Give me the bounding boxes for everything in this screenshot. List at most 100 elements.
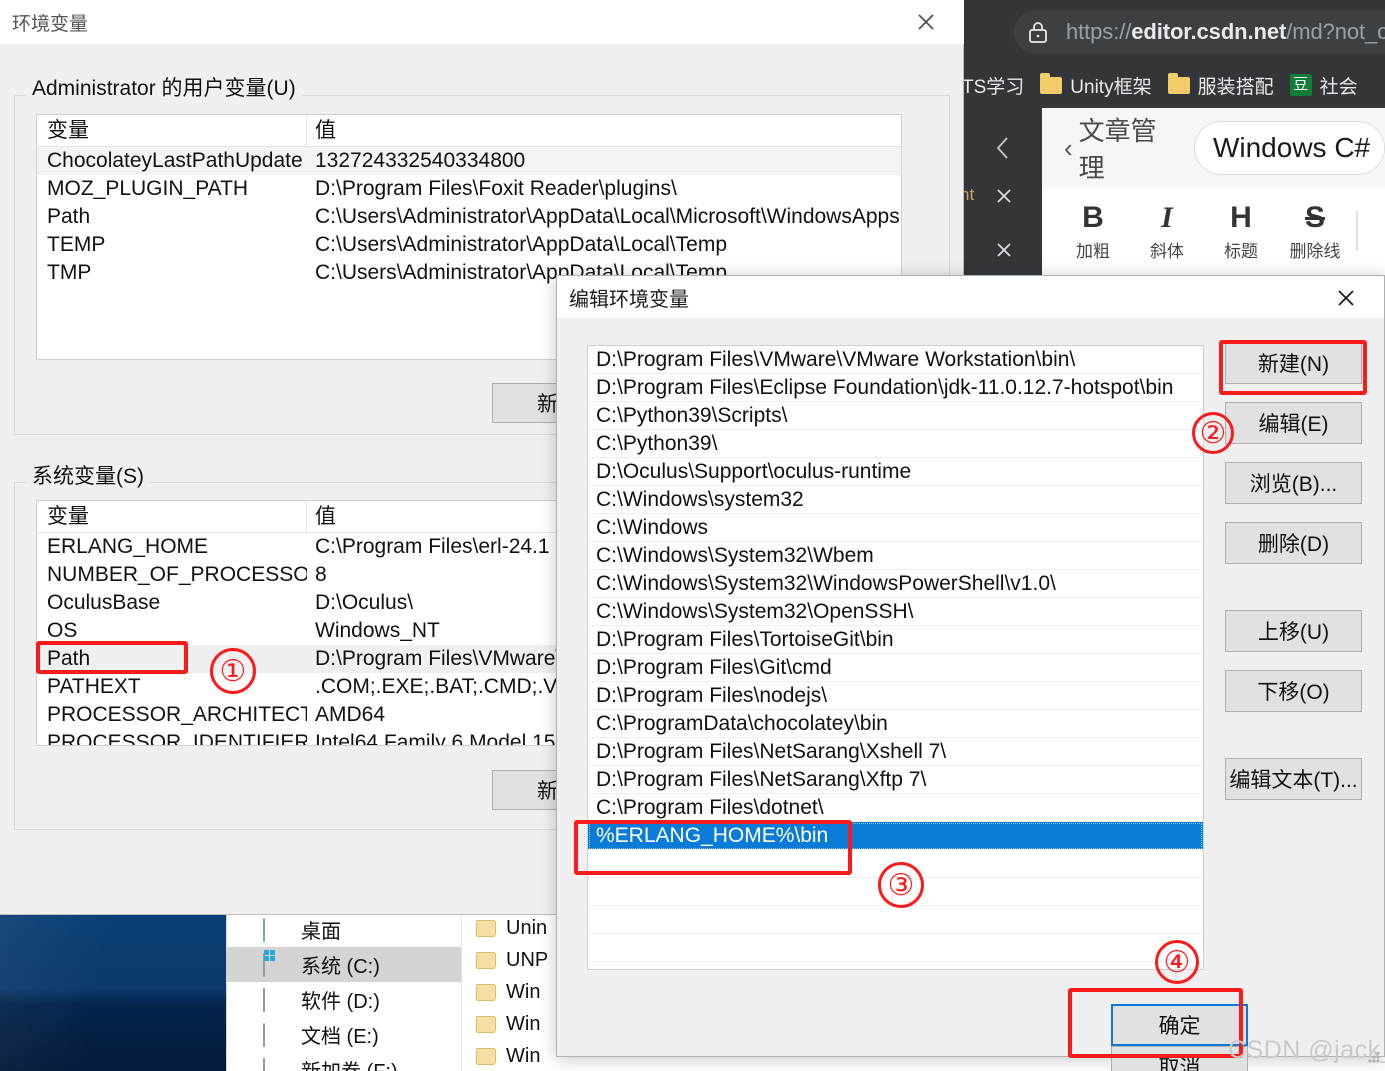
table-row[interactable]: MOZ_PLUGIN_PATH D:\Program Files\Foxit R… [37,175,901,203]
folder-icon [476,951,496,969]
nav-item-desktop[interactable]: 桌面 [227,912,461,947]
toolbar-heading-button[interactable]: H 标题 [1204,201,1278,262]
cell-name: Path [47,205,91,228]
move-down-button[interactable]: 下移(O) [1225,670,1362,712]
list-item[interactable]: D:\Program Files\NetSarang\Xshell 7\ [588,738,1203,766]
list-item[interactable]: C:\Python39\Scripts\ [588,402,1203,430]
folder-icon [476,983,496,1001]
list-item[interactable]: C:\Program Files\dotnet\ [588,794,1203,822]
annotation-marker-1: ① [210,648,256,694]
table-row[interactable]: Path C:\Users\Administrator\AppData\Loca… [37,203,901,231]
toolbar-italic-button[interactable]: I 斜体 [1130,201,1204,262]
annotation-marker-3: ③ [878,862,924,908]
bookmark-label: TS学习 [962,76,1025,98]
close-icon[interactable] [898,0,954,44]
list-item-empty[interactable] [588,962,1203,969]
file-explorer-window: 桌面 系统 (C:) 软件 (D:) 文档 (E:) 新加卷 (F:) Unin… [226,912,567,1071]
resize-grip-icon[interactable] [1368,1052,1380,1064]
list-item[interactable]: D:\Program Files\Eclipse Foundation\jdk-… [588,374,1203,402]
wallpaper-image [0,912,226,1071]
list-item[interactable]: C:\Windows\System32\WindowsPowerShell\v1… [588,570,1203,598]
list-item[interactable]: D:\Program Files\VMware\VMware Workstati… [588,346,1203,374]
list-item[interactable]: C:\Windows\System32\OpenSSH\ [588,598,1203,626]
list-item[interactable]: C:\ProgramData\chocolatey\bin [588,710,1203,738]
list-item[interactable]: UNP [462,944,567,976]
list-item[interactable]: Unin [462,912,567,944]
cell-name: TMP [47,261,92,284]
cell-value: C:\Users\Administrator\AppData\Local\Mic… [315,205,901,228]
bookmark-item[interactable]: Unity框架 [1040,72,1152,99]
heading-icon: H [1230,200,1252,234]
edit-button[interactable]: 编辑(E) [1225,402,1362,444]
bookmark-item[interactable]: 服装搭配 [1167,72,1274,99]
toolbar-label: 标题 [1224,241,1258,261]
nav-item-documents-e[interactable]: 文档 (E:) [227,1017,461,1052]
list-item[interactable]: D:\Program Files\TortoiseGit\bin [588,626,1203,654]
cell-name: OculusBase [47,591,161,614]
nav-item-system-c[interactable]: 系统 (C:) [227,947,461,982]
cell-name: ERLANG_HOME [47,535,209,558]
list-item[interactable]: C:\Python39\ [588,430,1203,458]
italic-icon: I [1161,200,1173,234]
move-up-button[interactable]: 上移(U) [1225,610,1362,652]
douban-icon: 豆 [1289,74,1312,96]
table-row[interactable]: ChocolateyLastPathUpdate 132724332540334… [37,147,901,175]
button-group-gap [1225,582,1362,610]
explorer-file-list: Unin UNP Win Win Win [461,912,567,1071]
browse-button[interactable]: 浏览(B)... [1225,462,1362,504]
article-manager-link[interactable]: 文章管理 [1079,111,1180,185]
close-icon[interactable] [994,186,1014,206]
edit-dialog-side-buttons: 新建(N) 编辑(E) 浏览(B)... 删除(D) 上移(U) 下移(O) 编… [1225,342,1362,818]
list-item[interactable]: C:\Windows [588,514,1203,542]
toolbar-divider [1356,211,1358,251]
cell-name: ChocolateyLastPathUpdate [47,149,303,172]
file-label: Win [506,1012,541,1035]
close-icon[interactable] [994,240,1014,260]
nav-item-newvolume-f[interactable]: 新加卷 (F:) [227,1052,461,1071]
annotation-box-ok-button [1068,988,1243,1058]
watermark: CSDN @jack_dos [1228,1036,1385,1064]
chevron-left-icon[interactable] [994,135,1012,161]
drive-icon [263,987,291,1012]
annotation-box-erlang-entry [574,820,852,875]
folder-icon [476,919,496,937]
delete-button[interactable]: 删除(D) [1225,522,1362,564]
bookmark-item[interactable]: TS学习 [962,72,1024,99]
list-item-empty[interactable] [588,906,1203,934]
cell-value: 132724332540334800 [315,149,526,172]
lock-icon [1028,21,1048,43]
dialog-title: 编辑环境变量 [569,288,689,311]
button-group-gap [1225,730,1362,758]
chevron-left-icon[interactable]: ‹ [1064,133,1073,164]
edit-text-button[interactable]: 编辑文本(T)... [1225,758,1362,800]
folder-icon [476,1015,496,1033]
list-item[interactable]: Win [462,976,567,1008]
list-item[interactable]: D:\Program Files\nodejs\ [588,682,1203,710]
bookmarks-bar[interactable]: TS学习 Unity框架 服装搭配 豆社会 [962,64,1385,106]
list-item[interactable]: D:\Program Files\Git\cmd [588,654,1203,682]
toolbar-bold-button[interactable]: B 加粗 [1056,201,1130,262]
nav-item-software-d[interactable]: 软件 (D:) [227,982,461,1017]
list-item-empty[interactable] [588,934,1203,962]
list-item[interactable]: D:\Oculus\Support\oculus-runtime [588,458,1203,486]
folder-icon [476,1047,496,1065]
list-item[interactable]: D:\Program Files\NetSarang\Xftp 7\ [588,766,1203,794]
article-title-input[interactable]: Windows C# [1193,121,1385,175]
address-bar[interactable]: https://editor.csdn.net/md?not_ch [1014,10,1385,54]
cell-name: PATHEXT [47,675,141,698]
table-row[interactable]: TEMP C:\Users\Administrator\AppData\Loca… [37,231,901,259]
column-header-name: 变量 [37,501,307,532]
list-item[interactable]: Win [462,1040,567,1071]
explorer-nav-pane: 桌面 系统 (C:) 软件 (D:) 文档 (E:) 新加卷 (F:) [227,912,461,1071]
bookmark-item[interactable]: 豆社会 [1289,72,1358,99]
bold-icon: B [1082,200,1104,234]
close-icon[interactable] [1318,276,1374,320]
cell-value: C:\Users\Administrator\AppData\Local\Tem… [315,233,727,256]
column-header-name: 变量 [37,115,307,146]
list-item[interactable]: Win [462,1008,567,1040]
list-item[interactable]: C:\Windows\System32\Wbem [588,542,1203,570]
cell-name: PROCESSOR_IDENTIFIER [47,731,307,746]
list-item[interactable]: C:\Windows\system32 [588,486,1203,514]
file-label: UNP [506,948,549,971]
toolbar-strikethrough-button[interactable]: S 删除线 [1278,201,1352,262]
